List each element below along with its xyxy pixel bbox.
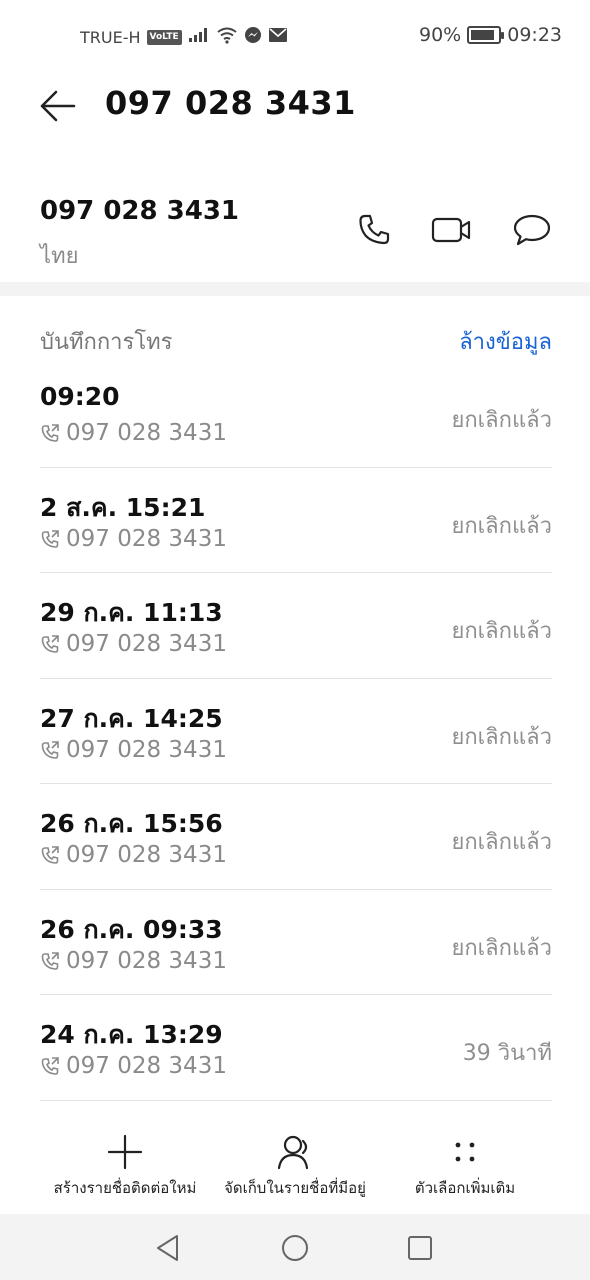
call-log-list: 09:20 097 028 3431 ยกเลิกแล้ว 2 ส.ค. 15:… [40, 362, 552, 1101]
phone-icon [359, 214, 390, 245]
call-log-row[interactable]: 29 ก.ค. 11:13 097 028 3431 ยกเลิกแล้ว [40, 573, 552, 679]
call-log-number-wrap: 097 028 3431 [40, 420, 227, 446]
call-log-row[interactable]: 2 ส.ค. 15:21 097 028 3431 ยกเลิกแล้ว [40, 468, 552, 573]
video-call-button[interactable] [430, 210, 474, 250]
page-title: 097 028 3431 [105, 84, 356, 122]
save-to-existing-button[interactable]: จัดเก็บในรายชื่อที่มีอยู่ [200, 1130, 390, 1200]
call-log-number-wrap: 097 028 3431 [40, 948, 227, 974]
call-log-header: บันทึกการโทร ล้างข้อมูล [40, 322, 552, 356]
call-log-time: 26 ก.ค. 15:56 [40, 809, 223, 838]
outgoing-call-icon [41, 846, 59, 864]
nav-back-button[interactable] [150, 1230, 186, 1266]
call-log-number: 097 028 3431 [66, 525, 227, 552]
clock: 09:23 [507, 24, 562, 46]
call-log-row[interactable]: 27 ก.ค. 14:25 097 028 3431 ยกเลิกแล้ว [40, 679, 552, 784]
clear-log-button[interactable]: ล้างข้อมูล [459, 324, 552, 359]
circle-home-icon [282, 1235, 308, 1261]
bottom-toolbar: สร้างรายชื่อติดต่อใหม่ จัดเก็บในรายชื่อท… [0, 1130, 590, 1210]
call-log-number: 097 028 3431 [66, 736, 227, 763]
nav-recents-button[interactable] [402, 1230, 438, 1266]
plus-icon [107, 1134, 143, 1170]
call-log-time: 27 ก.ค. 14:25 [40, 703, 223, 733]
outgoing-call-icon [41, 424, 59, 442]
arrow-left-icon [40, 90, 76, 122]
more-options-button[interactable]: ตัวเลือกเพิ่มเติม [370, 1130, 560, 1200]
system-nav-bar [0, 1214, 590, 1280]
call-log-number: 097 028 3431 [66, 1053, 227, 1079]
more-dots-icon [455, 1142, 475, 1162]
call-log-number: 097 028 3431 [66, 842, 227, 868]
call-log-status: ยกเลิกแล้ว [451, 619, 552, 644]
call-log-number: 097 028 3431 [66, 631, 227, 657]
video-camera-icon [431, 217, 471, 243]
new-contact-button[interactable]: สร้างรายชื่อติดต่อใหม่ [30, 1130, 220, 1200]
person-icon [277, 1135, 309, 1170]
contact-region: ไทย [40, 244, 79, 269]
call-log-time: 24 ก.ค. 13:29 [40, 1020, 223, 1049]
call-log-time: 29 ก.ค. 11:13 [40, 598, 223, 627]
new-contact-label: สร้างรายชื่อติดต่อใหม่ [53, 1179, 197, 1197]
call-log-time: 26 ก.ค. 09:33 [40, 914, 223, 944]
call-log-number-wrap: 097 028 3431 [40, 631, 227, 657]
back-button[interactable] [38, 88, 78, 124]
section-divider [0, 282, 590, 296]
square-recents-icon [408, 1236, 432, 1260]
app-header: 097 028 3431 [0, 76, 590, 136]
status-left: TRUE-H VoLTE [80, 26, 288, 48]
call-log-status: ยกเลิกแล้ว [451, 935, 552, 961]
battery-percent: 90% [419, 24, 462, 46]
call-log-number: 097 028 3431 [66, 420, 227, 446]
call-log-status: 39 วินาที [462, 1041, 552, 1066]
volte-badge: VoLTE [146, 29, 182, 45]
call-log-row[interactable]: 24 ก.ค. 13:29 097 028 3431 39 วินาที [40, 995, 552, 1101]
call-log-status: ยกเลิกแล้ว [451, 724, 552, 750]
status-right: 90% 09:23 [419, 24, 562, 46]
save-to-existing-label: จัดเก็บในรายชื่อที่มีอยู่ [224, 1179, 366, 1197]
call-log-status: ยกเลิกแล้ว [451, 408, 552, 433]
outgoing-call-icon [41, 635, 59, 653]
outgoing-call-icon [41, 1057, 59, 1075]
call-log-status: ยกเลิกแล้ว [451, 830, 552, 855]
call-log-number-wrap: 097 028 3431 [40, 526, 227, 552]
outgoing-call-icon [41, 951, 59, 970]
mail-icon [268, 27, 288, 47]
carrier-name: TRUE-H [80, 27, 141, 47]
call-button[interactable] [352, 210, 396, 250]
status-bar: TRUE-H VoLTE 90% 09:23 [0, 0, 590, 72]
call-log-row[interactable]: 26 ก.ค. 09:33 097 028 3431 ยกเลิกแล้ว [40, 890, 552, 995]
call-log-number-wrap: 097 028 3431 [40, 737, 227, 763]
messenger-icon [244, 26, 262, 48]
call-log-number-wrap: 097 028 3431 [40, 1053, 227, 1079]
message-button[interactable] [510, 210, 554, 250]
call-log-status: ยกเลิกแล้ว [451, 513, 552, 539]
chat-bubble-icon [513, 214, 551, 246]
outgoing-call-icon [41, 740, 59, 759]
outgoing-call-icon [41, 529, 59, 548]
signal-icon [188, 27, 210, 47]
call-log-number: 097 028 3431 [66, 947, 227, 974]
call-log-row[interactable]: 09:20 097 028 3431 ยกเลิกแล้ว [40, 362, 552, 468]
battery-icon [467, 26, 505, 44]
contact-number: 097 028 3431 [40, 196, 240, 226]
call-log-time: 09:20 [40, 382, 120, 411]
wifi-icon [216, 26, 238, 48]
nav-home-button[interactable] [277, 1230, 313, 1266]
battery-level-fill [471, 30, 495, 40]
call-log-number-wrap: 097 028 3431 [40, 842, 227, 868]
call-log-row[interactable]: 26 ก.ค. 15:56 097 028 3431 ยกเลิกแล้ว [40, 784, 552, 890]
more-options-label: ตัวเลือกเพิ่มเติม [414, 1179, 516, 1197]
triangle-back-icon [157, 1235, 178, 1261]
call-log-time: 2 ส.ค. 15:21 [40, 492, 206, 522]
contact-summary: 097 028 3431 ไทย [0, 190, 590, 280]
call-log-title: บันทึกการโทร [40, 330, 173, 355]
